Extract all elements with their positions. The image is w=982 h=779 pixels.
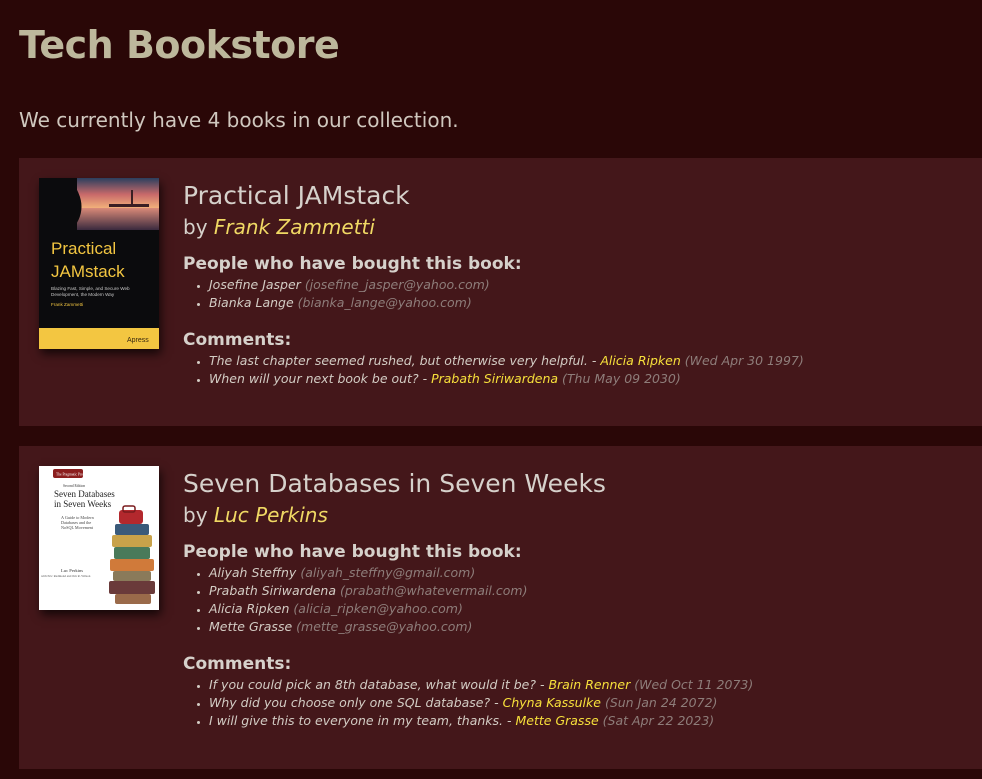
book-cover-image[interactable]: Practical JAMstack Blazing Fast, Simple,…: [39, 178, 159, 349]
comment-text: If you could pick an 8th database, what …: [209, 677, 545, 692]
comment-text: The last chapter seemed rushed, but othe…: [209, 353, 597, 368]
collection-summary: We currently have 4 books in our collect…: [19, 108, 459, 132]
comment-item: I will give this to everyone in my team,…: [209, 712, 972, 730]
comment-user[interactable]: Brain Renner: [548, 677, 630, 692]
cover-subtitle-line3: NoSQL Movement: [61, 525, 94, 530]
book-card: Practical JAMstack Blazing Fast, Simple,…: [19, 158, 982, 426]
book-info: Practical JAMstack by Frank Zammetti Peo…: [183, 180, 972, 388]
cover-title-line2: in Seven Weeks: [54, 499, 112, 509]
buyers-heading: People who have bought this book:: [183, 254, 522, 274]
comment-user[interactable]: Alicia Ripken: [600, 353, 680, 368]
buyer-name: Bianka Lange: [209, 295, 294, 310]
buyer-email: (prabath@whatevermail.com): [339, 583, 528, 598]
book-cover-image[interactable]: The Pragmatic Programmers Second Edition…: [39, 466, 159, 610]
buyer-email: (bianka_lange@yahoo.com): [297, 295, 472, 310]
comment-item: If you could pick an 8th database, what …: [209, 676, 972, 694]
buyer-item: Bianka Lange (bianka_lange@yahoo.com): [209, 294, 972, 312]
comment-user[interactable]: Mette Grasse: [516, 713, 599, 728]
book-author[interactable]: Luc Perkins: [214, 503, 328, 527]
comment-date: (Thu May 09 2030): [562, 371, 681, 386]
buyer-name: Josefine Jasper: [209, 277, 301, 292]
cover-author: Frank Zammetti: [51, 302, 83, 307]
comments-list: The last chapter seemed rushed, but othe…: [183, 352, 972, 388]
buyer-email: (aliyah_steffny@gmail.com): [300, 565, 476, 580]
comment-user[interactable]: Chyna Kassulke: [503, 695, 601, 710]
comment-user[interactable]: Prabath Siriwardena: [431, 371, 558, 386]
comment-item: When will your next book be out? - Praba…: [209, 370, 972, 388]
cover-title-line1: Seven Databases: [54, 489, 115, 499]
cover-subtitle-line1: Blazing Fast, Simple, and Secure Web: [51, 286, 130, 291]
book-cover-art: The Pragmatic Programmers Second Edition…: [39, 466, 159, 610]
cover-coauthors: with Eric Redmond and Jim R. Wilson: [41, 574, 91, 578]
comment-date: (Sun Jan 24 2072): [604, 695, 718, 710]
book-info: Seven Databases in Seven Weeks by Luc Pe…: [183, 468, 972, 730]
buyer-name: Aliyah Steffny: [209, 565, 297, 580]
buyer-email: (mette_grasse@yahoo.com): [296, 619, 473, 634]
comment-text: Why did you choose only one SQL database…: [209, 695, 499, 710]
by-label: by: [183, 215, 208, 239]
buyer-item: Mette Grasse (mette_grasse@yahoo.com): [209, 618, 972, 636]
buyer-item: Aliyah Steffny (aliyah_steffny@gmail.com…: [209, 564, 972, 582]
cover-subtitle-line2: Development, the Modern Way: [51, 292, 115, 297]
comments-heading: Comments:: [183, 330, 292, 350]
book-byline: by Luc Perkins: [183, 500, 972, 530]
book-card: The Pragmatic Programmers Second Edition…: [19, 446, 982, 769]
page-title: Tech Bookstore: [19, 23, 340, 67]
cover-author: Luc Perkins: [61, 568, 83, 573]
buyer-item: Josefine Jasper (josefine_jasper@yahoo.c…: [209, 276, 972, 294]
comment-date: (Sat Apr 22 2023): [602, 713, 715, 728]
comment-item: Why did you choose only one SQL database…: [209, 694, 972, 712]
book-cover-art: Practical JAMstack Blazing Fast, Simple,…: [39, 178, 159, 349]
buyer-item: Prabath Siriwardena (prabath@whatevermai…: [209, 582, 972, 600]
buyers-heading: People who have bought this book:: [183, 542, 522, 562]
cover-series: The Pragmatic Programmers: [56, 473, 98, 477]
buyer-email: (josefine_jasper@yahoo.com): [304, 277, 490, 292]
comment-text: I will give this to everyone in my team,…: [209, 713, 512, 728]
cover-edition: Second Edition: [63, 484, 85, 488]
comments-list: If you could pick an 8th database, what …: [183, 676, 972, 730]
book-title: Seven Databases in Seven Weeks: [183, 469, 606, 498]
buyers-list: Josefine Jasper (josefine_jasper@yahoo.c…: [183, 276, 972, 312]
buyer-name: Mette Grasse: [209, 619, 293, 634]
comment-item: The last chapter seemed rushed, but othe…: [209, 352, 972, 370]
comment-date: (Wed Oct 11 2073): [634, 677, 754, 692]
book-byline: by Frank Zammetti: [183, 212, 972, 242]
cover-title-line2: JAMstack: [51, 262, 125, 281]
buyer-name: Prabath Siriwardena: [209, 583, 336, 598]
cover-publisher: Apress: [127, 337, 149, 344]
buyer-name: Alicia Ripken: [209, 601, 290, 616]
comment-text: When will your next book be out? -: [209, 371, 428, 386]
book-title: Practical JAMstack: [183, 181, 410, 210]
buyer-item: Alicia Ripken (alicia_ripken@yahoo.com): [209, 600, 972, 618]
buyer-email: (alicia_ripken@yahoo.com): [293, 601, 463, 616]
by-label: by: [183, 503, 208, 527]
cover-title-line1: Practical: [51, 239, 116, 258]
buyers-list: Aliyah Steffny (aliyah_steffny@gmail.com…: [183, 564, 972, 636]
comment-date: (Wed Apr 30 1997): [684, 353, 804, 368]
comments-heading: Comments:: [183, 654, 292, 674]
book-author[interactable]: Frank Zammetti: [214, 215, 375, 239]
